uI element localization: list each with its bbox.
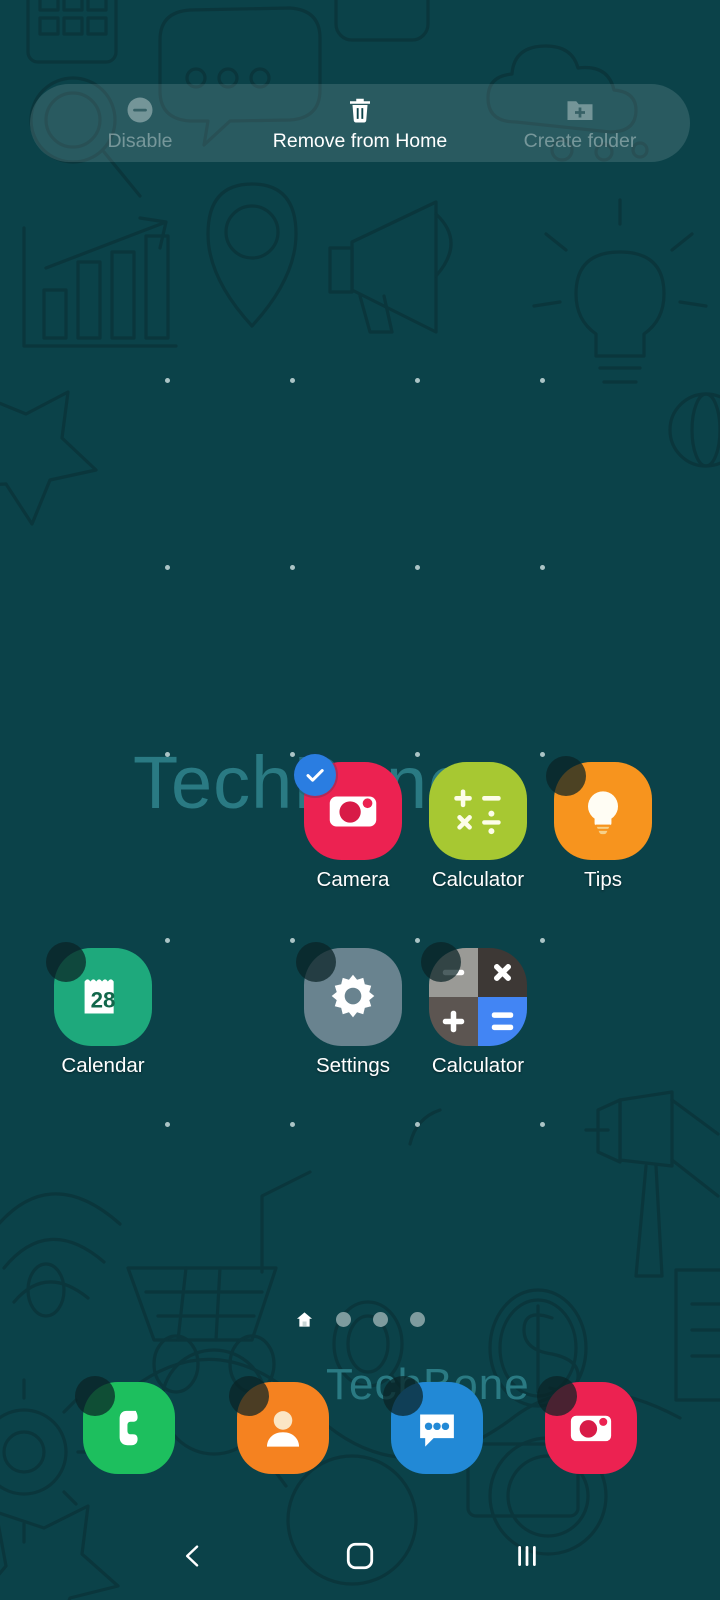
grid-dot: [415, 565, 420, 570]
app-icon-calculator-green[interactable]: Calculator: [414, 762, 542, 891]
home-square-icon: [346, 1542, 374, 1570]
page-indicator-home-icon[interactable]: [295, 1310, 314, 1329]
grid-dot: [415, 378, 420, 383]
create-folder-button[interactable]: Create folder: [470, 84, 690, 162]
app-icon-calendar[interactable]: 28 Calendar: [39, 942, 167, 1077]
app-label: Calendar: [61, 1054, 145, 1077]
grid-dot: [290, 565, 295, 570]
drag-handle[interactable]: [421, 942, 461, 982]
app-label: Calculator: [431, 868, 525, 891]
selection-check-icon: [294, 754, 336, 796]
drag-handle[interactable]: [46, 942, 86, 982]
page-dot[interactable]: [336, 1312, 351, 1327]
dock-app-messages[interactable]: [383, 1376, 483, 1474]
folder-add-icon: [565, 95, 595, 125]
back-chevron-icon: [186, 1545, 199, 1567]
drag-handle[interactable]: [229, 1376, 269, 1416]
edit-mode-action-bar: Disable Remove from Home Create folder: [30, 84, 690, 162]
recents-button[interactable]: [492, 1521, 562, 1591]
page-dot[interactable]: [373, 1312, 388, 1327]
app-icon-wrap: 28: [46, 942, 152, 1046]
trash-icon: [345, 95, 375, 125]
back-button[interactable]: [158, 1521, 228, 1591]
dock-app-contacts[interactable]: [229, 1376, 329, 1474]
app-label: Tips: [584, 868, 622, 891]
drag-handle[interactable]: [75, 1376, 115, 1416]
app-icon-wrap: [296, 942, 402, 1046]
app-icon-calculator-quad[interactable]: Calculator: [414, 942, 542, 1077]
remove-from-home-button[interactable]: Remove from Home: [250, 84, 470, 162]
minus-circle-icon: [125, 95, 155, 125]
create-folder-label: Create folder: [523, 129, 637, 152]
grid-dot: [415, 938, 420, 943]
home-screen-root: TechBone TechBone Disable: [0, 0, 720, 1600]
grid-dot: [165, 938, 170, 943]
app-label: Calculator: [431, 1054, 525, 1077]
app-icon-tips[interactable]: Tips: [539, 756, 667, 891]
recents-bars-icon: [517, 1546, 536, 1566]
dock: [0, 1376, 720, 1478]
grid-dot: [290, 938, 295, 943]
app-label: Camera: [316, 868, 390, 891]
page-dot[interactable]: [410, 1312, 425, 1327]
calculator-icon: [429, 762, 527, 860]
grid-dot: [290, 378, 295, 383]
grid-dot: [165, 1122, 170, 1127]
grid-dot: [540, 378, 545, 383]
app-icon-wrap: [429, 762, 527, 860]
disable-button[interactable]: Disable: [30, 84, 250, 162]
grid-dot: [290, 1122, 295, 1127]
drag-handle[interactable]: [383, 1376, 423, 1416]
drag-handle[interactable]: [296, 942, 336, 982]
drag-handle[interactable]: [537, 1376, 577, 1416]
svg-text:28: 28: [91, 988, 116, 1013]
app-icon-wrap: [421, 942, 527, 1046]
page-indicator: [0, 1310, 720, 1329]
grid-dot: [165, 752, 170, 757]
app-icon-camera[interactable]: Camera: [289, 754, 417, 891]
dock-app-phone[interactable]: [75, 1376, 175, 1474]
disable-label: Disable: [107, 129, 173, 152]
grid-dot: [540, 565, 545, 570]
grid-dot: [540, 938, 545, 943]
app-label: Settings: [315, 1054, 391, 1077]
navigation-bar: [0, 1512, 720, 1600]
app-icon-settings[interactable]: Settings: [289, 942, 417, 1077]
grid-dot: [415, 1122, 420, 1127]
grid-dot: [290, 752, 295, 757]
remove-from-home-label: Remove from Home: [272, 129, 448, 152]
home-button[interactable]: [325, 1521, 395, 1591]
grid-dot: [165, 378, 170, 383]
app-icon-wrap: [294, 754, 402, 860]
dock-app-camera[interactable]: [537, 1376, 637, 1474]
grid-dot: [165, 565, 170, 570]
drag-handle[interactable]: [546, 756, 586, 796]
app-icon-wrap: [546, 756, 652, 860]
grid-dot: [540, 752, 545, 757]
grid-dot: [540, 1122, 545, 1127]
grid-dot: [415, 752, 420, 757]
